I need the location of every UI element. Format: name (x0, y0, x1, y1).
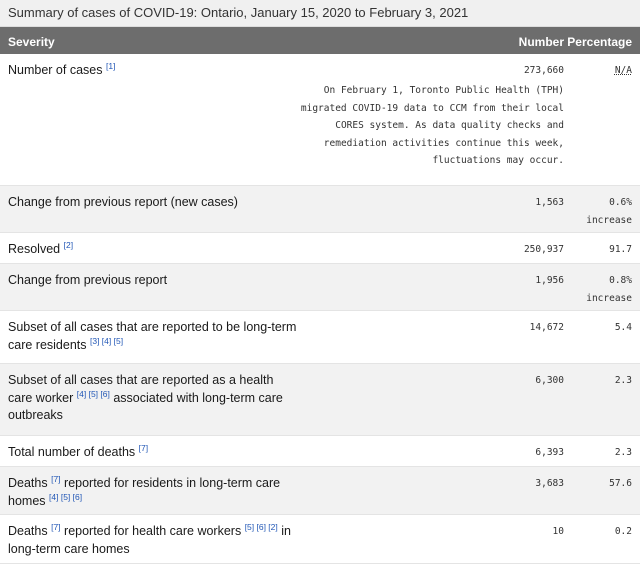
footnote-link[interactable]: [7] (51, 474, 60, 484)
cell-number: 10 (552, 526, 564, 537)
cell-percentage: 0.2 (614, 526, 632, 537)
cell-number: 6,300 (535, 375, 564, 386)
footnote-link[interactable]: [4] [5] [6] (49, 491, 82, 501)
row-label: Subset of all cases that are reported as… (8, 372, 298, 425)
footnote-link[interactable]: [3] [4] [5] (90, 335, 123, 345)
row-label-text: Deaths (8, 524, 48, 538)
data-note: On February 1, Toronto Public Health (TP… (300, 85, 564, 166)
row-label-text: Number of cases (8, 63, 103, 77)
header-severity: Severity (8, 35, 55, 49)
table-row-resolved-change: Change from previous report 1,956 0.8% i… (0, 264, 640, 311)
row-label-text: Subset of all cases that are reported to… (8, 320, 297, 352)
header-percentage: Percentage (567, 35, 632, 49)
row-label: Subset of all cases that are reported to… (8, 319, 298, 354)
cell-percentage: 0.6% increase (586, 194, 632, 229)
footnote-link[interactable]: [7] (139, 443, 148, 453)
cell-percentage: 2.3 (614, 375, 632, 386)
cell-number: 14,672 (529, 322, 564, 333)
row-label: Change from previous report (8, 273, 168, 287)
cell-number: 6,393 (535, 447, 564, 458)
row-label: Deaths [7] reported for residents in lon… (8, 475, 298, 510)
percentage-value: 0.6% (609, 197, 632, 208)
cell-percentage: 0.8% increase (586, 272, 632, 307)
table-row-hcw-deaths: Deaths [7] reported for health care work… (0, 515, 640, 564)
header-number: Number (518, 35, 564, 49)
row-label: Resolved [2] (8, 241, 298, 259)
table-row-resolved: Resolved [2] 250,937 91.7 (0, 233, 640, 264)
row-label-text-cont: reported for health care workers (64, 524, 242, 538)
table-row-ltc-residents: Subset of all cases that are reported to… (0, 311, 640, 364)
footnote-link[interactable]: [2] (64, 240, 73, 250)
row-label-text: Resolved (8, 242, 61, 256)
footnote-link[interactable]: [1] (106, 61, 115, 71)
cell-number: 1,563 (535, 197, 564, 208)
footnote-link[interactable]: [7] (51, 522, 60, 532)
footnote-link[interactable]: [4] [5] [6] (77, 388, 110, 398)
table-header: Severity Number Percentage (0, 27, 640, 54)
row-label-text: Total number of deaths (8, 445, 136, 459)
cell-number: 3,683 (535, 478, 564, 489)
row-label: Total number of deaths [7] (8, 444, 298, 462)
cell-percentage: N/A (614, 65, 632, 76)
cell-number: 273,660 (523, 65, 564, 76)
table-row-health-care-workers: Subset of all cases that are reported as… (0, 364, 640, 436)
percentage-qualifier: increase (586, 292, 632, 304)
cell-percentage: 57.6 (609, 478, 632, 489)
cell-percentage: 2.3 (614, 447, 632, 458)
cell-percentage: 5.4 (614, 322, 632, 333)
row-label: Change from previous report (new cases) (8, 195, 238, 209)
table-caption: Summary of cases of COVID-19: Ontario, J… (0, 0, 640, 27)
row-label: Deaths [7] reported for health care work… (8, 523, 298, 558)
cell-percentage: 91.7 (609, 244, 632, 255)
footnote-link[interactable]: [5] [6] [2] (245, 522, 278, 532)
row-label-text: Deaths (8, 476, 48, 490)
percentage-qualifier: increase (586, 214, 632, 226)
table-row-new-cases: Change from previous report (new cases) … (0, 186, 640, 233)
table-row-ltc-resident-deaths: Deaths [7] reported for residents in lon… (0, 467, 640, 515)
cell-number: 250,937 (523, 244, 564, 255)
table-row-number-of-cases: Number of cases [1] 273,660 N/A On Febru… (0, 54, 640, 186)
table-row-total-deaths: Total number of deaths [7] 6,393 2.3 (0, 436, 640, 467)
cell-number: 1,956 (535, 275, 564, 286)
row-label: Number of cases [1] (8, 62, 298, 80)
percentage-value: 0.8% (609, 275, 632, 286)
